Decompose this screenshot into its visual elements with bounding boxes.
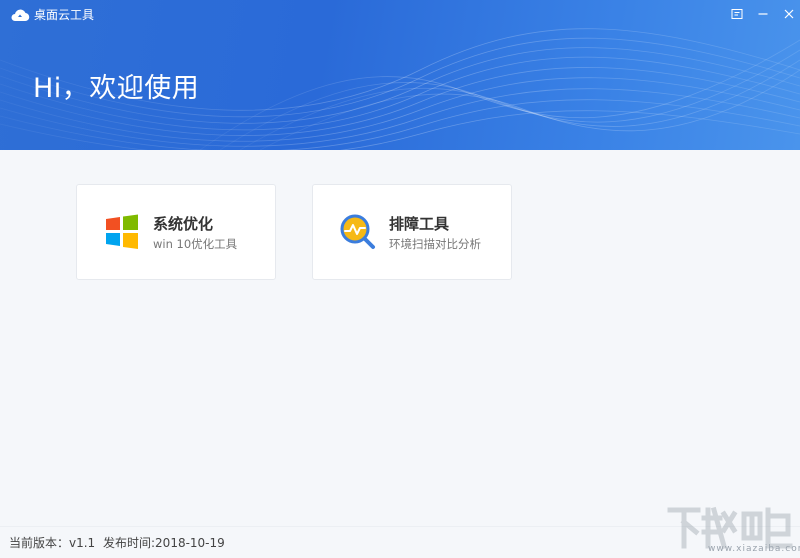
title-bar: 桌面云工具 bbox=[0, 0, 800, 30]
card-subtitle: 环境扫描对比分析 bbox=[389, 237, 481, 251]
system-optimize-card[interactable]: 系统优化 win 10优化工具 bbox=[76, 184, 276, 280]
windows-icon bbox=[106, 214, 138, 249]
card-title: 排障工具 bbox=[389, 215, 450, 233]
version-label: 当前版本：v1.1 bbox=[9, 536, 96, 550]
minimize-icon bbox=[758, 13, 768, 15]
card-subtitle: win 10优化工具 bbox=[153, 237, 238, 251]
minimize-button[interactable] bbox=[752, 4, 774, 24]
close-button[interactable] bbox=[778, 4, 800, 24]
card-title: 系统优化 bbox=[153, 215, 214, 233]
troubleshoot-card[interactable]: 排障工具 环境扫描对比分析 bbox=[312, 184, 512, 280]
menu-button[interactable] bbox=[726, 4, 748, 24]
header-banner: 桌面云工具 Hi，欢迎使用 bbox=[0, 0, 800, 150]
menu-icon bbox=[731, 9, 743, 19]
cloud-icon bbox=[11, 9, 30, 22]
app-title: 桌面云工具 bbox=[34, 8, 95, 22]
magnifier-chart-icon bbox=[340, 214, 375, 249]
release-date-label: 发布时间:2018-10-19 bbox=[103, 536, 225, 550]
welcome-heading: Hi，欢迎使用 bbox=[33, 73, 200, 104]
close-icon bbox=[784, 9, 794, 19]
watermark-url: www.xiazaiba.com bbox=[708, 544, 800, 554]
